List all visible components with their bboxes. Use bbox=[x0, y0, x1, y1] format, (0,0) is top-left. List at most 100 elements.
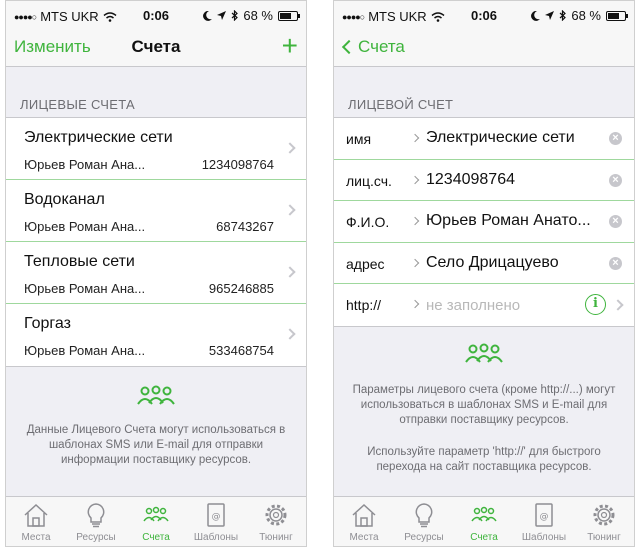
tab-label: Шаблоны bbox=[193, 532, 239, 543]
field-row-url[interactable]: http:// не заполнено i bbox=[334, 284, 634, 326]
gear-icon bbox=[593, 504, 615, 526]
location-arrow-icon bbox=[217, 11, 227, 20]
account-number-field[interactable]: 1234098764 bbox=[426, 171, 515, 189]
clear-icon[interactable]: × bbox=[609, 173, 622, 187]
field-label: лиц.сч. bbox=[346, 172, 392, 189]
info-text: Данные Лицевого Счета могут использовать… bbox=[26, 424, 286, 466]
info-icon[interactable]: i bbox=[585, 294, 606, 315]
svg-text:@: @ bbox=[212, 512, 221, 522]
tab-templates[interactable]: @ Шаблоны bbox=[514, 497, 574, 546]
status-bar: ●●●●○ MTS UKR 0:06 68 % bbox=[6, 1, 306, 29]
add-account-button[interactable]: + bbox=[282, 31, 298, 61]
clear-icon[interactable]: × bbox=[609, 132, 622, 145]
tab-accounts[interactable]: Счета bbox=[454, 497, 514, 546]
back-label: Счета bbox=[358, 37, 405, 56]
battery-percent: 68 % bbox=[243, 8, 273, 23]
account-owner: Юрьев Роман Ана... bbox=[24, 157, 146, 172]
moon-icon bbox=[203, 10, 213, 21]
accounts-list: Электрические сети Юрьев Роман Ана... 12… bbox=[6, 117, 306, 367]
battery-icon bbox=[606, 10, 628, 21]
navigation-bar: Изменить Счета + bbox=[6, 29, 306, 67]
field-label: http:// bbox=[346, 297, 382, 313]
chevron-right-icon[interactable] bbox=[612, 299, 624, 311]
moon-icon bbox=[531, 10, 541, 21]
tab-accounts[interactable]: Счета bbox=[126, 497, 186, 546]
url-field[interactable]: не заполнено bbox=[426, 297, 520, 314]
phone-account-detail: ●●●●○ MTS UKR 0:06 68 % Счета ЛИЦЕВОЙ СЧ… bbox=[333, 0, 635, 547]
tab-templates[interactable]: @ Шаблоны bbox=[186, 497, 246, 546]
tab-tuning[interactable]: Тюнинг bbox=[246, 497, 306, 546]
field-row-name[interactable]: имя Электрические сети × bbox=[334, 118, 634, 160]
field-label: адрес bbox=[346, 255, 385, 272]
battery-icon bbox=[278, 10, 300, 21]
account-row[interactable]: Тепловые сети Юрьев Роман Ана... 9652468… bbox=[6, 242, 306, 304]
tab-label: Шаблоны bbox=[521, 532, 567, 543]
tab-label: Тюнинг bbox=[587, 532, 621, 543]
clear-icon[interactable]: × bbox=[609, 256, 622, 270]
clear-icon[interactable]: × bbox=[609, 215, 622, 228]
tab-bar: Места Ресурсы Счета @ Шаблоны Тюнинг bbox=[6, 496, 306, 546]
section-header: ЛИЦЕВЫЕ СЧЕТА bbox=[20, 97, 135, 112]
tab-places[interactable]: Места bbox=[334, 497, 394, 546]
account-title: Электрические сети bbox=[24, 129, 173, 146]
account-row[interactable]: Электрические сети Юрьев Роман Ана... 12… bbox=[6, 118, 306, 180]
chevron-right-icon bbox=[410, 216, 420, 226]
tab-label: Тюнинг bbox=[259, 532, 293, 543]
account-number: 68743267 bbox=[216, 219, 274, 234]
chevron-right-icon bbox=[284, 266, 296, 278]
field-row-address[interactable]: адрес Село Дрицацуево × bbox=[334, 243, 634, 284]
battery-level bbox=[280, 12, 291, 19]
battery-percent: 68 % bbox=[571, 8, 601, 23]
people-icon bbox=[143, 506, 169, 522]
field-row-account-number[interactable]: лиц.сч. 1234098764 × bbox=[334, 160, 634, 201]
account-title: Тепловые сети bbox=[24, 253, 135, 270]
house-icon bbox=[352, 503, 376, 527]
chevron-right-icon bbox=[284, 204, 296, 216]
navigation-bar: Счета bbox=[334, 29, 634, 67]
tab-label: Ресурсы bbox=[404, 532, 444, 543]
phone-accounts-list: ●●●●○ MTS UKR 0:06 68 % Изменить Счета +… bbox=[5, 0, 307, 547]
account-owner: Юрьев Роман Ана... bbox=[24, 343, 146, 358]
bluetooth-icon bbox=[231, 10, 239, 21]
lightbulb-icon bbox=[87, 503, 105, 528]
account-title: Водоканал bbox=[24, 191, 105, 208]
account-owner: Юрьев Роман Ана... bbox=[24, 219, 146, 234]
battery-level bbox=[608, 12, 619, 19]
tab-resources[interactable]: Ресурсы bbox=[394, 497, 454, 546]
chevron-right-icon bbox=[410, 133, 420, 143]
account-row[interactable]: Горгаз Юрьев Роман Ана... 533468754 bbox=[6, 304, 306, 366]
bluetooth-icon bbox=[559, 10, 567, 21]
tab-label: Места bbox=[349, 532, 379, 543]
gear-icon bbox=[265, 504, 287, 526]
name-field[interactable]: Электрические сети bbox=[426, 129, 575, 147]
chevron-right-icon bbox=[410, 175, 420, 184]
people-icon bbox=[471, 506, 497, 522]
address-field[interactable]: Село Дрицацуево bbox=[426, 254, 559, 272]
info-text: Используйте параметр 'http://' для быстр… bbox=[367, 446, 601, 473]
chevron-left-icon bbox=[341, 39, 357, 55]
house-icon bbox=[24, 503, 48, 527]
location-arrow-icon bbox=[545, 11, 555, 20]
tab-label: Счета bbox=[142, 532, 170, 543]
full-name-field[interactable]: Юрьев Роман Анато... bbox=[426, 212, 591, 230]
page-title: Счета bbox=[131, 37, 181, 56]
account-row[interactable]: Водоканал Юрьев Роман Ана... 68743267 bbox=[6, 180, 306, 242]
field-label: Ф.И.О. bbox=[346, 214, 390, 230]
people-icon bbox=[137, 385, 175, 405]
tab-places[interactable]: Места bbox=[6, 497, 66, 546]
account-number: 533468754 bbox=[208, 343, 274, 358]
tab-label: Ресурсы bbox=[76, 532, 116, 543]
status-bar: ●●●●○ MTS UKR 0:06 68 % bbox=[334, 1, 634, 29]
people-icon bbox=[465, 343, 503, 363]
tab-tuning[interactable]: Тюнинг bbox=[574, 497, 634, 546]
chevron-right-icon bbox=[284, 328, 296, 340]
field-row-full-name[interactable]: Ф.И.О. Юрьев Роман Анато... × bbox=[334, 201, 634, 243]
account-owner: Юрьев Роман Ана... bbox=[24, 281, 146, 296]
tab-bar: Места Ресурсы Счета @ Шаблоны Тюнинг bbox=[334, 496, 634, 546]
tab-label: Счета bbox=[470, 532, 498, 543]
lightbulb-icon bbox=[415, 503, 433, 528]
tab-resources[interactable]: Ресурсы bbox=[66, 497, 126, 546]
back-button[interactable]: Счета bbox=[340, 37, 405, 57]
account-title: Горгаз bbox=[24, 315, 71, 332]
account-number: 965246885 bbox=[208, 281, 274, 296]
